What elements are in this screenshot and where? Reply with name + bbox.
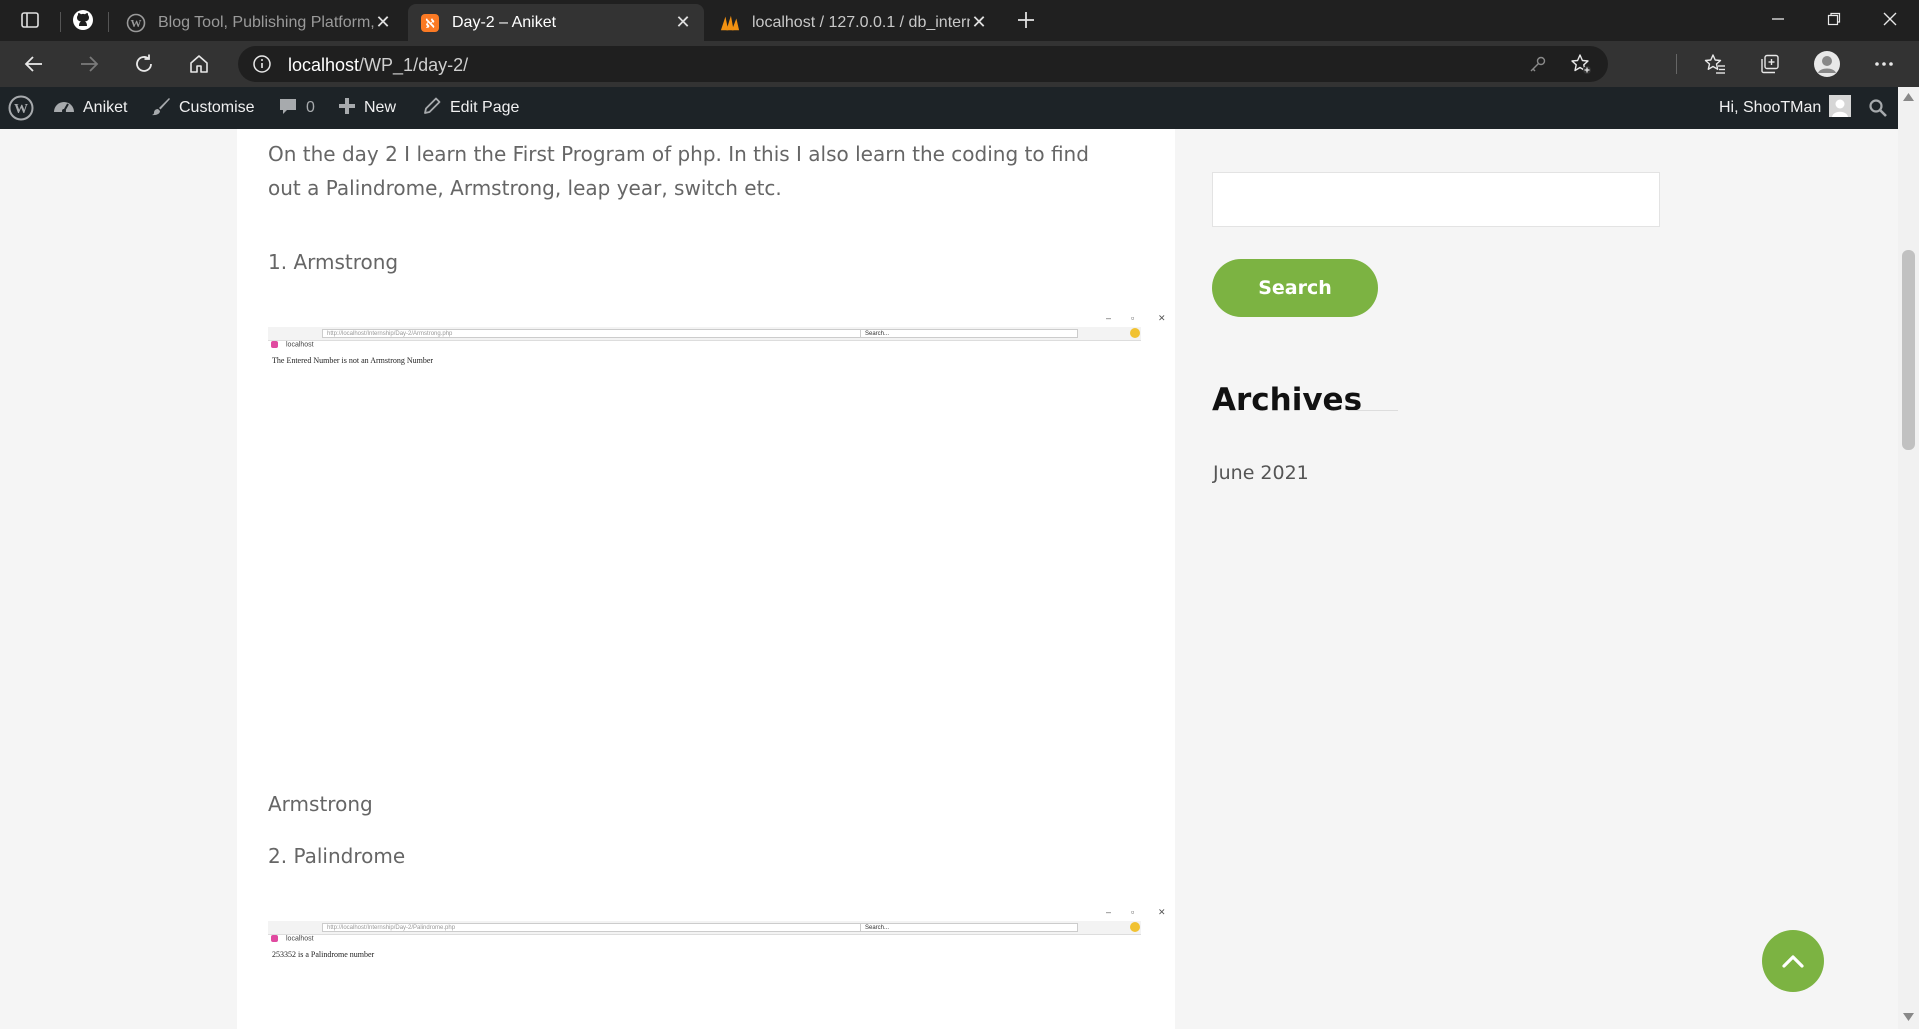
- scroll-up-icon[interactable]: [1903, 93, 1914, 101]
- admin-account[interactable]: Hi, ShooTMan: [1719, 87, 1852, 129]
- url-text: localhost/WP_1/day-2/: [288, 55, 468, 76]
- admin-new[interactable]: New: [338, 87, 396, 129]
- svg-text:W: W: [131, 18, 142, 30]
- greeting-label: Hi, ShooTMan: [1719, 99, 1822, 116]
- post-content: On the day 2 I learn the First Program o…: [237, 129, 1175, 1029]
- screenshot-search: Search...: [860, 329, 1078, 338]
- page-scrollbar[interactable]: [1898, 87, 1919, 1029]
- url-path: /WP_1/day-2/: [359, 55, 469, 75]
- tab-wordpress[interactable]: W Blog Tool, Publishing Platform, and CM…: [114, 4, 404, 41]
- tab-day-2[interactable]: ℵ Day-2 – Aniket ✕: [408, 4, 704, 41]
- screenshot-tab: localhost: [268, 935, 314, 942]
- scroll-to-top-button[interactable]: [1762, 930, 1824, 992]
- add-favorite-icon[interactable]: [1570, 53, 1592, 80]
- tab-actions-icon[interactable]: [17, 7, 43, 33]
- admin-search-icon[interactable]: [1868, 87, 1888, 129]
- back-icon[interactable]: [17, 47, 51, 81]
- minimize-icon[interactable]: [1750, 0, 1806, 38]
- close-window-icon[interactable]: [1862, 0, 1918, 38]
- reload-icon[interactable]: [127, 47, 161, 81]
- smiley-icon: [1130, 328, 1140, 338]
- pencil-icon: [422, 96, 442, 121]
- tab-title: Day-2 – Aniket: [452, 13, 557, 31]
- github-icon[interactable]: [70, 7, 96, 33]
- screenshot-url: http://localhost/Internship/Day-2/Palind…: [322, 923, 902, 932]
- admin-customise[interactable]: Customise: [151, 87, 255, 129]
- xampp-icon: ℵ: [420, 13, 440, 33]
- chevron-up-icon: [1782, 955, 1804, 968]
- edit-page-label: Edit Page: [450, 99, 520, 116]
- palindrome-screenshot: – ▫ ✕ http://localhost/Internship/Day-2/…: [268, 907, 1166, 959]
- key-icon[interactable]: [1528, 54, 1548, 79]
- svg-text:ℵ: ℵ: [426, 16, 435, 30]
- smiley-icon: [1130, 922, 1140, 932]
- scroll-thumb[interactable]: [1902, 250, 1915, 450]
- caption-armstrong: Armstrong: [268, 792, 373, 816]
- page: On the day 2 I learn the First Program o…: [0, 129, 1898, 1029]
- search-button[interactable]: Search: [1212, 259, 1378, 317]
- heading-armstrong: 1. Armstrong: [268, 250, 399, 274]
- browser-tab-bar: W Blog Tool, Publishing Platform, and CM…: [0, 0, 1919, 41]
- screenshot-text: The Entered Number is not an Armstrong N…: [272, 356, 434, 365]
- armstrong-screenshot: – ▫ ✕ http://localhost/Internship/Day-2/…: [268, 313, 1166, 365]
- screenshot-tab: localhost: [268, 341, 314, 348]
- favorites-icon[interactable]: [1698, 47, 1732, 81]
- intro-paragraph: On the day 2 I learn the First Program o…: [268, 142, 1089, 200]
- close-tab-icon[interactable]: ✕: [970, 12, 988, 33]
- browser-toolbar: localhost/WP_1/day-2/: [0, 41, 1919, 87]
- heading-palindrome: 2. Palindrome: [268, 844, 406, 868]
- tab-title: localhost / 127.0.0.1 / db_internship: [752, 13, 970, 31]
- new-tab-icon[interactable]: [1013, 7, 1039, 33]
- site-info-icon[interactable]: [252, 54, 272, 79]
- profile-icon[interactable]: [1810, 47, 1844, 81]
- url-host: localhost: [288, 55, 360, 75]
- screenshot-url: http://localhost/Internship/Day-2/Armstr…: [322, 329, 902, 338]
- tab-title: Blog Tool, Publishing Platform, and CMS: [158, 13, 374, 31]
- screenshot-text: 253352 is a Palindrome number: [272, 950, 375, 959]
- site-name-label: Aniket: [83, 99, 128, 116]
- avatar: [1829, 94, 1852, 122]
- collections-icon[interactable]: [1753, 47, 1787, 81]
- dashboard-icon: [53, 96, 75, 121]
- restore-icon[interactable]: [1806, 0, 1862, 38]
- search-input[interactable]: [1212, 172, 1660, 227]
- archive-link-june-2021[interactable]: June 2021: [1213, 462, 1309, 484]
- wordpress-icon: W: [126, 13, 146, 33]
- customise-label: Customise: [179, 99, 255, 116]
- address-bar[interactable]: localhost/WP_1/day-2/: [238, 46, 1608, 82]
- archives-title: Archives: [1212, 382, 1363, 418]
- more-options-icon[interactable]: [1867, 47, 1901, 81]
- svg-text:W: W: [14, 102, 28, 117]
- comment-icon: [278, 96, 298, 121]
- archives-divider: [1348, 410, 1398, 411]
- admin-comments[interactable]: 0: [278, 87, 315, 129]
- home-icon[interactable]: [182, 47, 216, 81]
- wp-admin-bar: W Aniket Customise 0 New Edit Page Hi, S…: [0, 87, 1898, 129]
- wp-logo-icon[interactable]: W: [8, 87, 34, 129]
- phpmyadmin-icon: [720, 13, 740, 33]
- scroll-down-icon[interactable]: [1903, 1013, 1914, 1021]
- tab-phpmyadmin[interactable]: localhost / 127.0.0.1 / db_internship ✕: [708, 4, 1000, 41]
- new-label: New: [364, 99, 397, 116]
- forward-icon[interactable]: [72, 47, 106, 81]
- admin-site-name[interactable]: Aniket: [53, 87, 127, 129]
- comments-count: 0: [306, 99, 315, 116]
- close-tab-icon[interactable]: ✕: [674, 12, 692, 33]
- brush-icon: [151, 96, 171, 121]
- close-tab-icon[interactable]: ✕: [374, 12, 392, 33]
- screenshot-search: Search...: [860, 923, 1078, 932]
- admin-edit-page[interactable]: Edit Page: [422, 87, 519, 129]
- plus-icon: [338, 97, 356, 120]
